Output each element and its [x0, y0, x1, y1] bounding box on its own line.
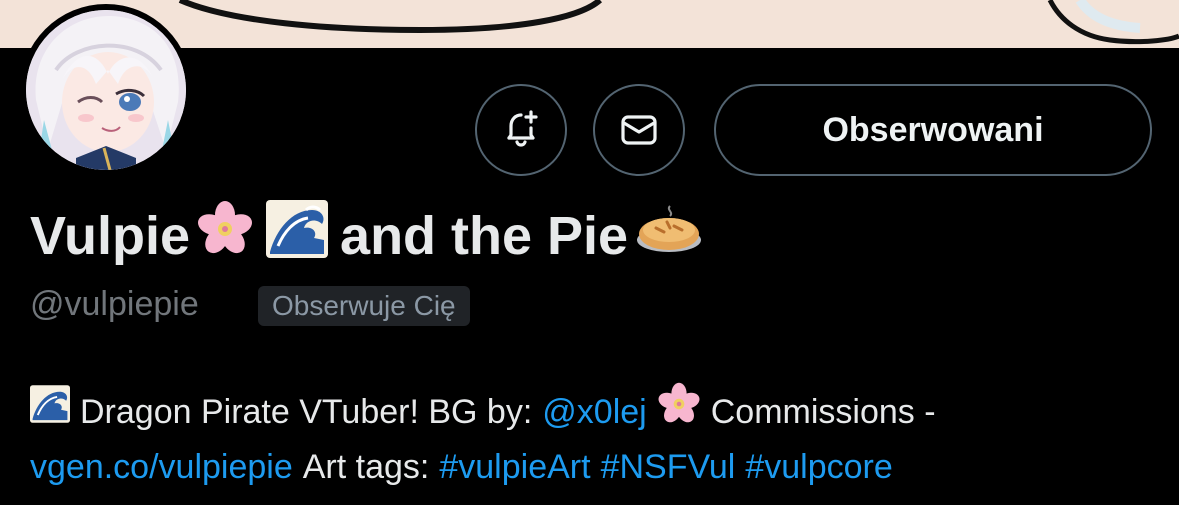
profile-bio: Dragon Pirate VTuber! BG by: @x0lej Comm…	[30, 382, 1160, 493]
following-button[interactable]: Obserwowani	[714, 84, 1152, 176]
hashtag-link[interactable]: #vulpieArt	[439, 441, 590, 493]
bio-line-2: vgen.co/vulpiepie Art tags: #vulpieArt #…	[30, 441, 1160, 493]
bio-line-1: Dragon Pirate VTuber! BG by: @x0lej Comm…	[30, 382, 1160, 441]
mail-icon	[621, 115, 657, 145]
hashtag-link[interactable]: #NSFVul	[601, 441, 736, 493]
display-name-part1: Vulpie	[30, 206, 191, 266]
pie-icon	[634, 200, 704, 272]
avatar[interactable]	[20, 4, 192, 176]
display-name-part2: and the Pie	[340, 206, 629, 266]
notifications-button[interactable]	[475, 84, 567, 176]
hashtag-link[interactable]: #vulpcore	[745, 441, 892, 493]
cherry-blossom-icon	[657, 382, 701, 441]
cherry-blossom-icon	[196, 200, 254, 272]
bio-website-link[interactable]: vgen.co/vulpiepie	[30, 441, 293, 493]
bio-text-2: Commissions -	[710, 392, 936, 431]
avatar-image	[26, 10, 186, 170]
water-wave-icon	[266, 200, 329, 272]
water-wave-icon	[30, 384, 70, 439]
display-name: Vulpie and the Pie	[30, 200, 710, 272]
follows-you-badge: Obserwuje Cię	[258, 286, 470, 326]
bell-plus-icon	[507, 110, 538, 147]
bio-text-1: Dragon Pirate VTuber! BG by:	[80, 392, 533, 431]
profile-handle: @vulpiepie	[30, 285, 199, 323]
message-button[interactable]	[593, 84, 685, 176]
bio-mention-link[interactable]: @x0lej	[542, 386, 646, 438]
bio-text-3: Art tags:	[302, 448, 430, 486]
